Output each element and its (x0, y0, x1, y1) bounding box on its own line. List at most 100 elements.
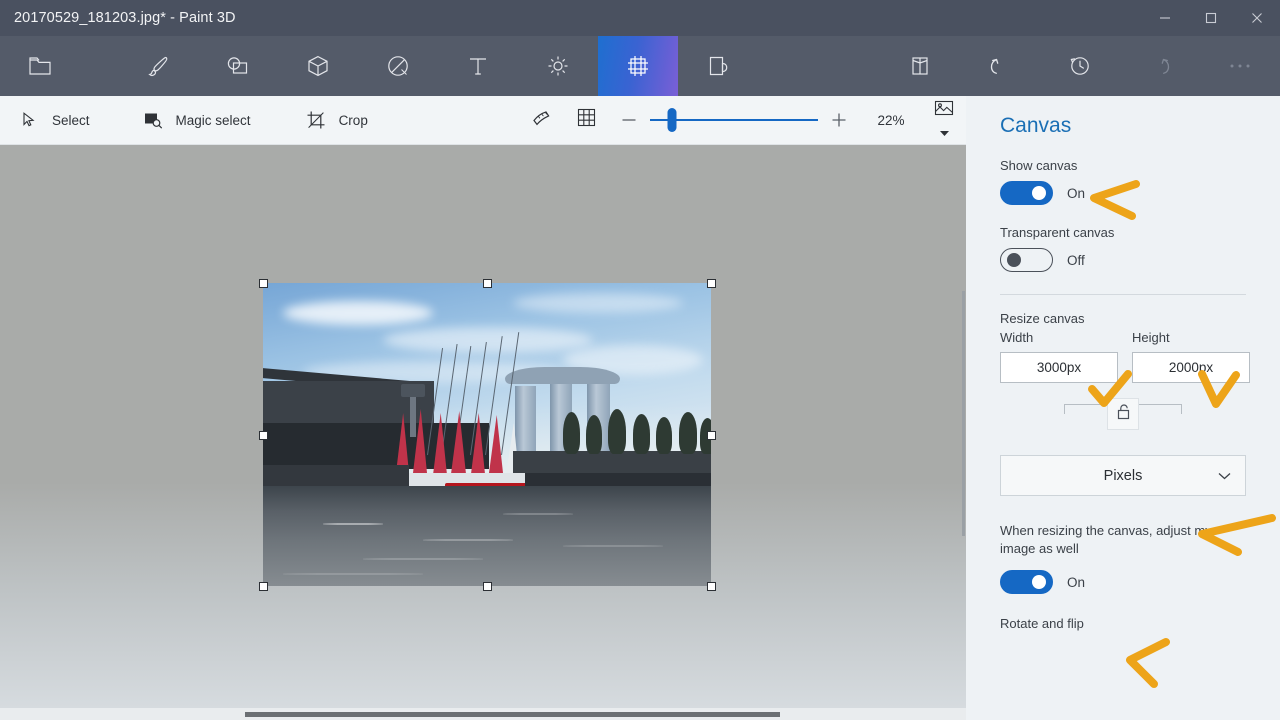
photo-water (263, 486, 711, 586)
tool-options-toolbar: Select Magic select Crop 22% (0, 96, 966, 145)
resize-canvas-fields: Width 3000px Height 2000px (966, 330, 1280, 383)
width-input[interactable]: 3000px (1000, 352, 1118, 383)
photo-breakwater-wall (513, 451, 711, 473)
canvas-frame-icon (626, 54, 650, 78)
transparent-canvas-toggle[interactable] (1000, 248, 1053, 272)
adjust-image-toggle-knob (1032, 575, 1046, 589)
crop-icon (305, 109, 327, 131)
ribbon-tab-menu[interactable] (0, 36, 80, 96)
resize-canvas-label: Resize canvas (1000, 311, 1085, 326)
canvas-side-panel: Canvas Show canvas On Transparent canvas… (966, 96, 1280, 720)
panel-title: Canvas (1000, 114, 1072, 137)
text-icon (467, 55, 489, 77)
aspect-ratio-lock-button[interactable] (1107, 398, 1139, 430)
maximize-button[interactable] (1188, 0, 1234, 36)
view-options-button[interactable] (922, 96, 966, 145)
photo-tree (563, 412, 580, 454)
ribbon-tab-3d-library[interactable] (678, 36, 758, 96)
canvas-work-area[interactable] (0, 145, 966, 708)
photo-water-sparkle (323, 523, 383, 525)
minimize-button[interactable] (1142, 0, 1188, 36)
units-dropdown[interactable]: Pixels (1000, 455, 1246, 496)
ribbon-tab-canvas[interactable] (598, 36, 678, 96)
selection-handle-top-right[interactable] (706, 278, 716, 288)
show-canvas-label: Show canvas (1000, 158, 1078, 173)
height-label: Height (1132, 330, 1170, 345)
selection-handle-middle-right[interactable] (706, 430, 716, 440)
canvas-vertical-scrollbar-thumb[interactable] (962, 291, 965, 536)
redo-icon (1148, 54, 1172, 78)
selection-handle-top-center[interactable] (482, 278, 492, 288)
ribbon-spacer (758, 36, 880, 96)
ribbon-tab-2d-shapes[interactable] (198, 36, 278, 96)
photo-mbs-skypark (505, 367, 620, 384)
canvas-horizontal-scrollbar[interactable] (0, 708, 966, 720)
ribbon-tab-more-options[interactable] (1200, 36, 1280, 96)
3d-shapes-icon (306, 54, 330, 78)
image-view-icon (934, 100, 954, 122)
photo-water-sparkle (363, 558, 483, 560)
grid-icon (577, 108, 596, 132)
canvas-horizontal-scrollbar-thumb[interactable] (245, 712, 780, 717)
select-tool-label: Select (52, 112, 90, 128)
image-canvas[interactable] (263, 283, 711, 586)
undo-icon (988, 54, 1012, 78)
photo-marina-bay-sands (263, 283, 711, 586)
magic-select-button[interactable]: Magic select (104, 96, 265, 145)
photo-tree (656, 417, 672, 454)
ribbon-tab-undo[interactable] (960, 36, 1040, 96)
ribbon-tab-stickers[interactable] (358, 36, 438, 96)
ribbon-gap-1 (80, 36, 118, 96)
grid-button[interactable] (564, 96, 608, 145)
ribbon-tab-redo[interactable] (1120, 36, 1200, 96)
history-icon (1068, 54, 1092, 78)
ribbon-tab-3d-shapes[interactable] (278, 36, 358, 96)
width-field-group: Width 3000px (1000, 330, 1118, 383)
window-title: 20170529_181203.jpg* - Paint 3D (14, 10, 236, 26)
ruler-button[interactable] (520, 96, 564, 145)
adjust-image-label: When resizing the canvas, adjust my imag… (1000, 523, 1212, 556)
transparent-canvas-state: Off (1067, 252, 1085, 268)
photo-tree (679, 412, 697, 454)
photo-control-tower (410, 395, 416, 437)
ribbon-tab-text[interactable] (438, 36, 518, 96)
zoom-in-button[interactable] (818, 96, 860, 145)
panel-divider (1000, 294, 1246, 295)
ribbon-tab-history[interactable] (1040, 36, 1120, 96)
aspect-lock-arm-right (1138, 404, 1182, 414)
crop-label: Crop (338, 112, 368, 128)
show-canvas-state: On (1067, 185, 1086, 201)
ribbon-tab-effects[interactable] (518, 36, 598, 96)
selection-handle-middle-left[interactable] (258, 430, 268, 440)
photo-tree (586, 415, 602, 454)
height-field-group: Height 2000px (1132, 330, 1250, 383)
zoom-out-button[interactable] (608, 96, 650, 145)
transparent-canvas-toggle-knob (1007, 252, 1021, 267)
zoom-slider[interactable] (650, 96, 818, 145)
magic-select-icon (142, 109, 164, 131)
close-button[interactable] (1234, 0, 1280, 36)
ribbon-tab-brushes[interactable] (118, 36, 198, 96)
selection-handle-bottom-right[interactable] (706, 581, 716, 591)
ellipsis-icon (1228, 62, 1252, 70)
selection-handle-top-left[interactable] (258, 278, 268, 288)
photo-cloud (513, 293, 683, 313)
selection-handle-bottom-center[interactable] (482, 581, 492, 591)
mixed-reality-icon (909, 54, 931, 78)
selection-handle-bottom-left[interactable] (258, 581, 268, 591)
units-selected-value: Pixels (1103, 467, 1143, 484)
crop-button[interactable]: Crop (265, 96, 382, 145)
height-input[interactable]: 2000px (1132, 352, 1250, 383)
show-canvas-toggle-knob (1032, 186, 1046, 200)
photo-cloud (383, 327, 593, 353)
photo-mbs-tower (515, 386, 536, 458)
zoom-slider-thumb[interactable] (667, 108, 677, 132)
aspect-lock-arm-left (1064, 404, 1108, 414)
select-tool-button[interactable]: Select (0, 96, 104, 145)
stickers-icon (386, 54, 410, 78)
ribbon-tab-mixed-reality[interactable] (880, 36, 960, 96)
ruler-icon (532, 109, 552, 132)
adjust-image-toggle[interactable] (1000, 570, 1053, 594)
show-canvas-toggle[interactable] (1000, 181, 1053, 205)
photo-left-pier (263, 465, 409, 487)
